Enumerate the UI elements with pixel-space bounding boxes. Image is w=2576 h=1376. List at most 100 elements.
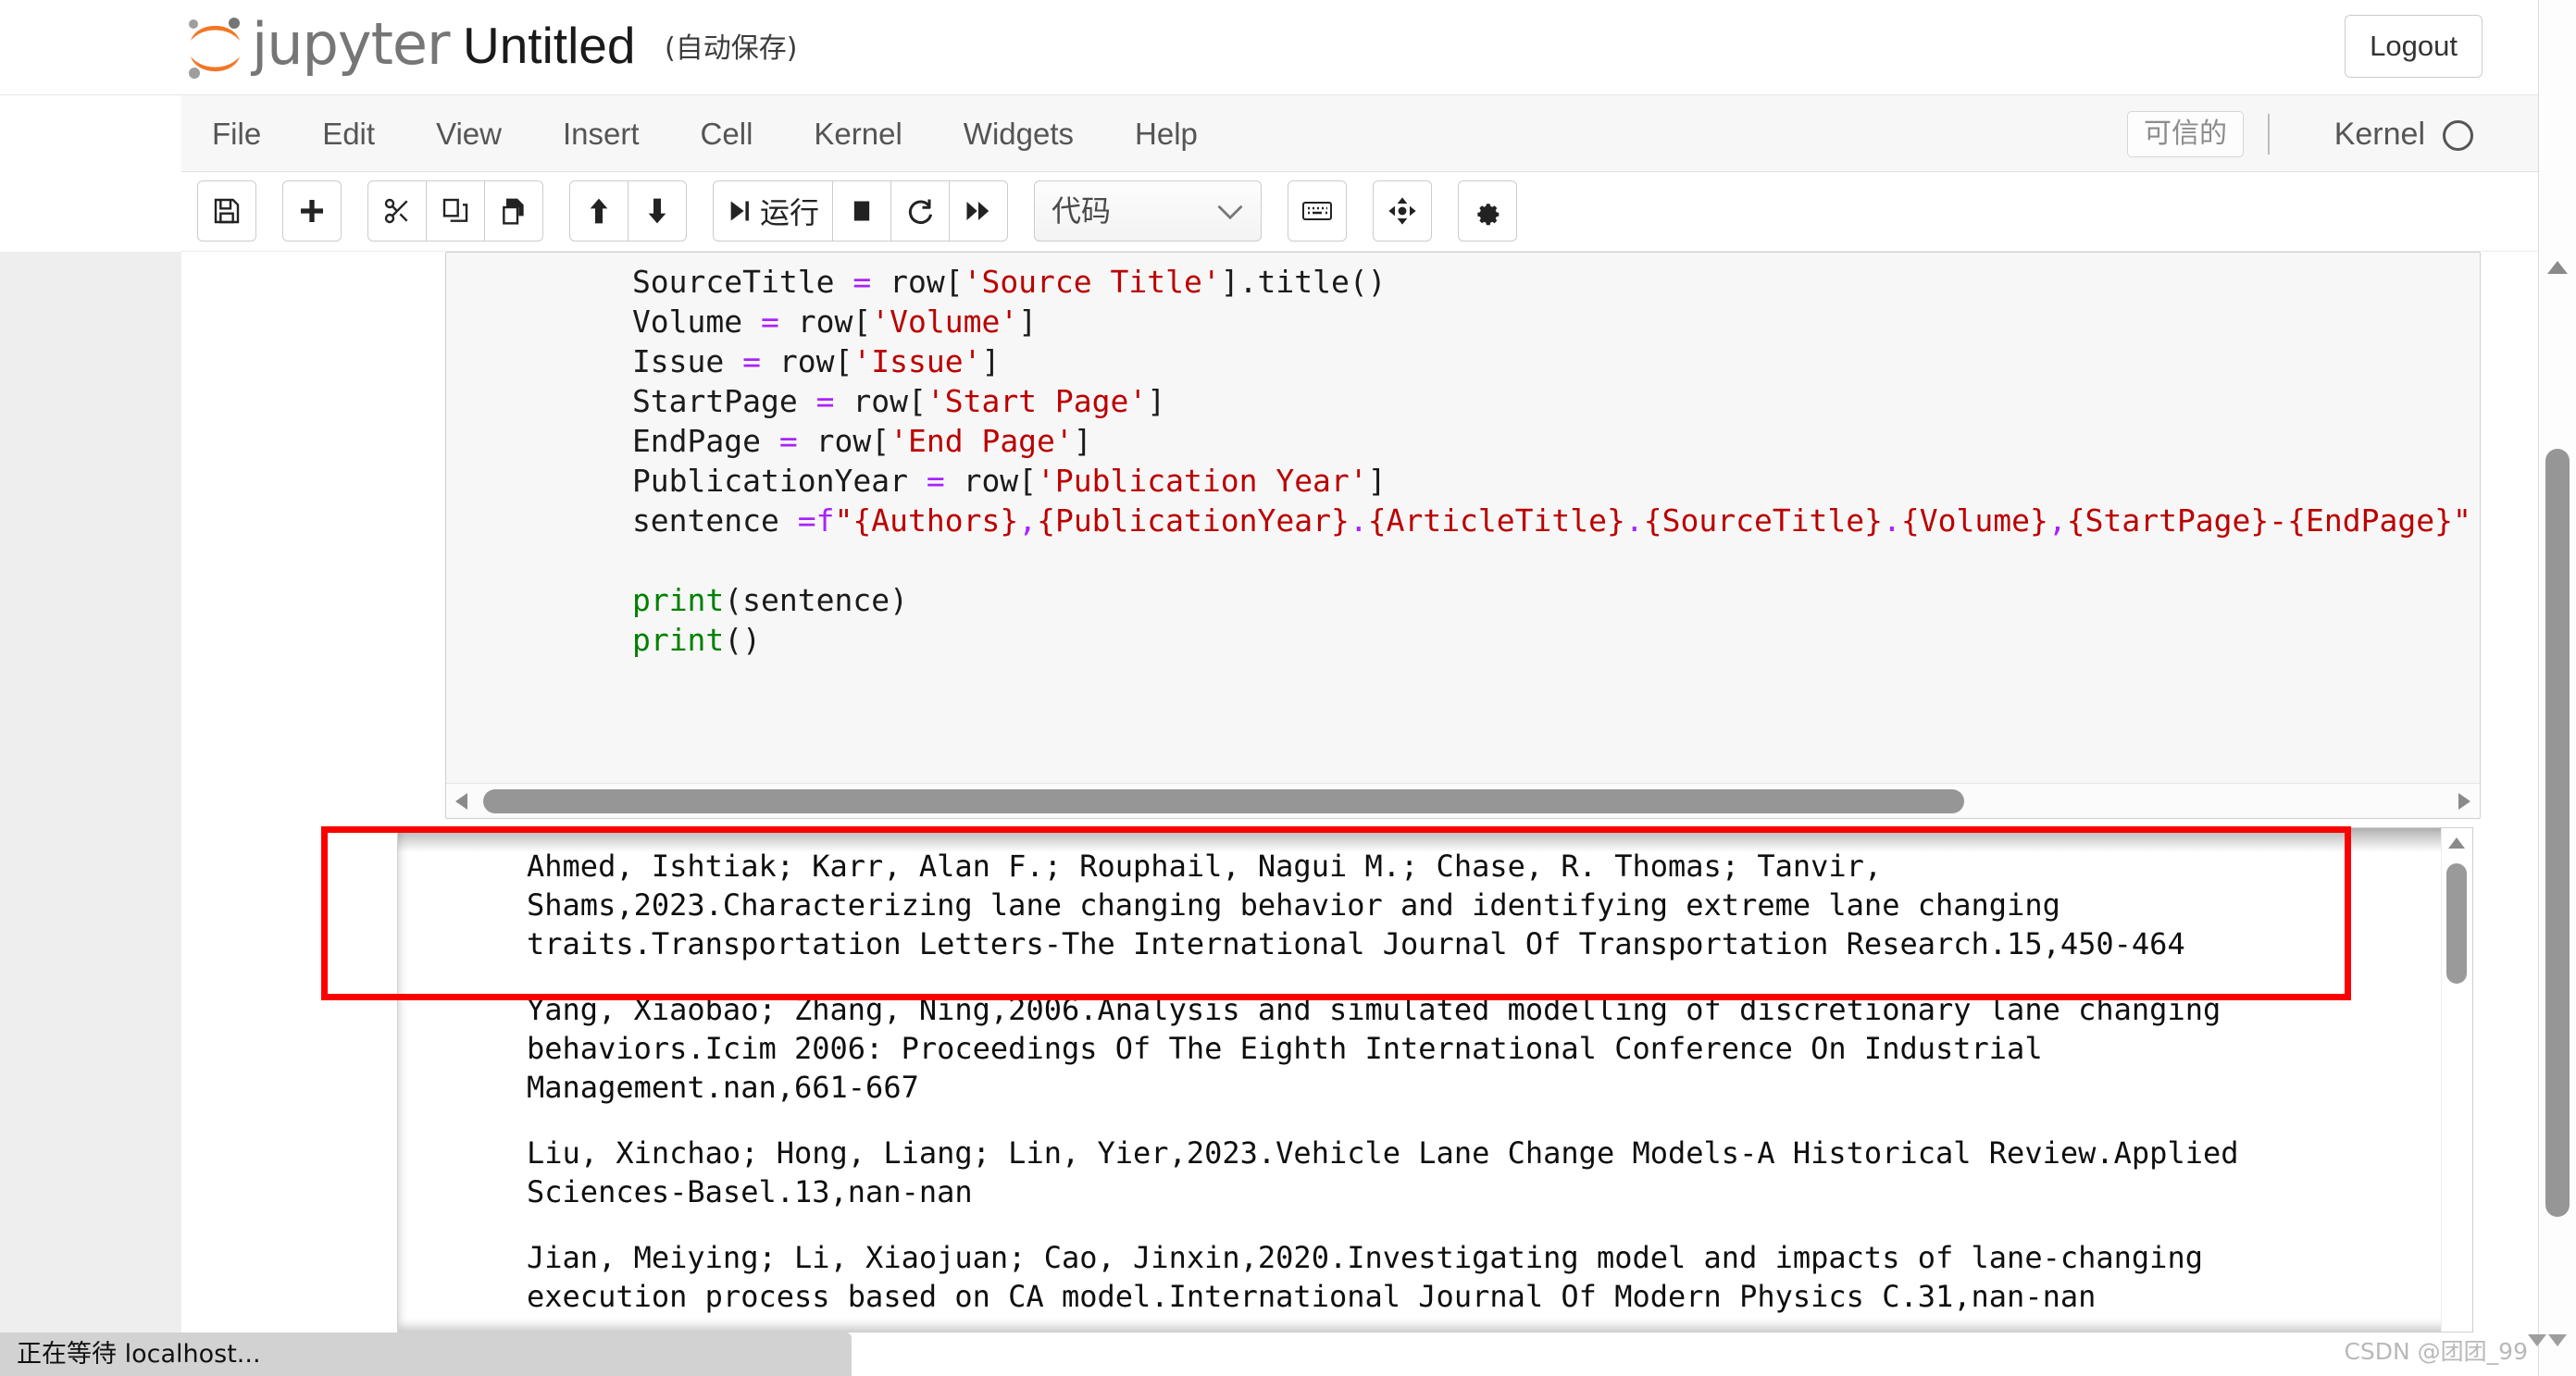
triangle-up-icon[interactable] <box>2547 261 2568 274</box>
code-token: "{Authors} <box>834 502 1019 539</box>
copy-cell-button[interactable] <box>426 180 485 242</box>
code-token: =f <box>797 502 835 539</box>
output-vertical-scrollbar[interactable] <box>2441 828 2472 1332</box>
code-token: (sentence) <box>724 582 908 618</box>
app-header: jupyter Untitled (自动保存) Logout <box>0 0 2538 95</box>
notebook-left-gutter <box>0 252 181 1333</box>
code-token: = <box>761 304 779 340</box>
code-token: 'Source Title' <box>963 264 1221 300</box>
autosave-status: (自动保存) <box>665 32 798 65</box>
csdn-watermark-icon <box>2526 1333 2569 1361</box>
triangle-right-icon[interactable] <box>2458 793 2470 810</box>
toolbar-group-celltoolbar <box>1373 180 1433 242</box>
cut-cell-button[interactable] <box>367 180 427 242</box>
code-cell-input[interactable]: SourceTitle = row['Source Title'].title(… <box>445 252 2481 819</box>
code-editor-text[interactable]: SourceTitle = row['Source Title'].title(… <box>485 262 2471 660</box>
notebook-cell[interactable]: SourceTitle = row['Source Title'].title(… <box>397 252 2481 1333</box>
restart-kernel-button[interactable] <box>890 180 951 242</box>
code-token: ].title() <box>1220 264 1387 300</box>
browser-vertical-scrollbar[interactable] <box>2538 0 2576 1376</box>
scissors-icon <box>382 196 412 226</box>
toggle-cell-toolbar-button[interactable] <box>1373 180 1433 242</box>
code-token: . <box>1883 502 1901 539</box>
code-token: = <box>815 383 835 419</box>
code-token: {SourceTitle} <box>1643 502 1884 539</box>
cell-type-value: 代码 <box>1052 193 1112 229</box>
menu-items: File Edit View Insert Cell Kernel Widgets Help <box>181 95 1228 172</box>
menu-bar: File Edit View Insert Cell Kernel Widgets Help … <box>181 95 2538 172</box>
insert-cell-below-button[interactable] <box>282 180 342 242</box>
jupyter-logo-icon[interactable] <box>181 15 249 81</box>
code-line: StartPage = row['Start Page'] <box>485 381 2471 421</box>
paste-cell-button[interactable] <box>484 180 543 242</box>
code-cell-horizontal-scrollbar[interactable] <box>446 783 2480 818</box>
menu-item-file[interactable]: File <box>181 95 292 172</box>
code-token: 'Start Page' <box>926 383 1148 419</box>
code-token: , <box>2047 502 2067 539</box>
code-token: ] <box>1073 423 1092 459</box>
stop-square-icon <box>849 197 875 225</box>
triangle-left-icon[interactable] <box>455 793 467 810</box>
notebook-title[interactable]: Untitled <box>463 12 635 79</box>
code-token: EndPage <box>485 423 779 459</box>
menu-item-cell[interactable]: Cell <box>670 95 784 172</box>
triangle-up-icon[interactable] <box>2448 837 2465 849</box>
browser-scrollbar-thumb[interactable] <box>2545 449 2570 1217</box>
code-token: {PublicationYear} <box>1037 502 1350 539</box>
output-scrollbar-thumb[interactable] <box>2446 863 2467 984</box>
code-token: row[ <box>944 463 1038 499</box>
restart-and-run-all-button[interactable] <box>949 180 1009 242</box>
kernel-idle-circle-icon[interactable] <box>2443 120 2473 151</box>
status-text: 正在等待 localhost... <box>17 1340 261 1369</box>
code-token: print <box>631 582 725 618</box>
logout-button[interactable]: Logout <box>2345 15 2483 78</box>
copy-icon <box>441 196 470 226</box>
open-command-palette-button[interactable] <box>1288 180 1348 242</box>
interrupt-kernel-button[interactable] <box>832 180 892 242</box>
citation-line: Yang, Xiaobao; Zhang, Ning,2006.Analysis… <box>527 992 2239 1105</box>
code-line: Volume = row['Volume'] <box>485 302 2471 341</box>
restart-circle-icon <box>906 197 934 225</box>
run-cell-button[interactable]: 运行 <box>713 180 834 242</box>
citation-line: Jian, Meiying; Li, Xiaojuan; Cao, Jinxin… <box>527 1240 2221 1314</box>
kernel-name-label: Kernel <box>2333 117 2425 152</box>
code-token: ] <box>981 343 1001 379</box>
paste-icon <box>499 196 529 226</box>
code-token: 'Issue' <box>852 343 982 379</box>
toolbar-row: 运行 代码 <box>197 180 1543 242</box>
menu-item-view[interactable]: View <box>405 95 532 172</box>
arrow-up-icon <box>584 196 614 226</box>
code-token: row[ <box>871 264 964 300</box>
menu-item-widgets[interactable]: Widgets <box>933 95 1104 172</box>
trusted-badge[interactable]: 可信的 <box>2127 111 2244 157</box>
code-line: print(sentence) <box>485 580 2471 620</box>
code-token: ] <box>1367 463 1387 499</box>
menu-item-insert[interactable]: Insert <box>532 95 670 172</box>
code-token: 'End Page' <box>890 423 1074 459</box>
menu-item-help[interactable]: Help <box>1104 95 1228 172</box>
move-cell-up-button[interactable] <box>569 180 628 242</box>
run-icon <box>727 197 753 225</box>
cell-type-select[interactable]: 代码 <box>1034 180 1263 242</box>
code-token: . <box>1624 502 1644 539</box>
code-token: () <box>724 622 762 658</box>
run-button-label: 运行 <box>760 196 820 229</box>
brand-name[interactable]: jupyter <box>252 11 451 78</box>
code-token: ] <box>1018 304 1038 340</box>
move-cell-down-button[interactable] <box>628 180 687 242</box>
menu-item-edit[interactable]: Edit <box>292 95 405 172</box>
code-line: print() <box>485 620 2471 660</box>
jupyter-notebook-page: jupyter Untitled (自动保存) Logout File Edit V… <box>0 0 2576 1376</box>
code-token: {StartPage}-{EndPage}" <box>2066 502 2471 539</box>
save-button[interactable] <box>197 180 256 242</box>
menu-item-kernel[interactable]: Kernel <box>783 95 932 172</box>
keyboard-icon <box>1301 199 1333 223</box>
code-line: EndPage = row['End Page'] <box>485 421 2471 461</box>
horizontal-scrollbar-thumb[interactable] <box>483 789 1964 813</box>
fast-forward-icon <box>964 197 992 225</box>
code-token: = <box>742 343 762 379</box>
citation-line: Liu, Xinchao; Hong, Liang; Lin, Yier,202… <box>527 1135 2257 1209</box>
code-cell-output[interactable]: Ahmed, Ishtiak; Karr, Alan F.; Rouphail,… <box>397 827 2473 1333</box>
notebook-scroll-area[interactable]: SourceTitle = row['Source Title'].title(… <box>181 252 2538 1333</box>
nbextensions-button[interactable] <box>1458 180 1518 242</box>
